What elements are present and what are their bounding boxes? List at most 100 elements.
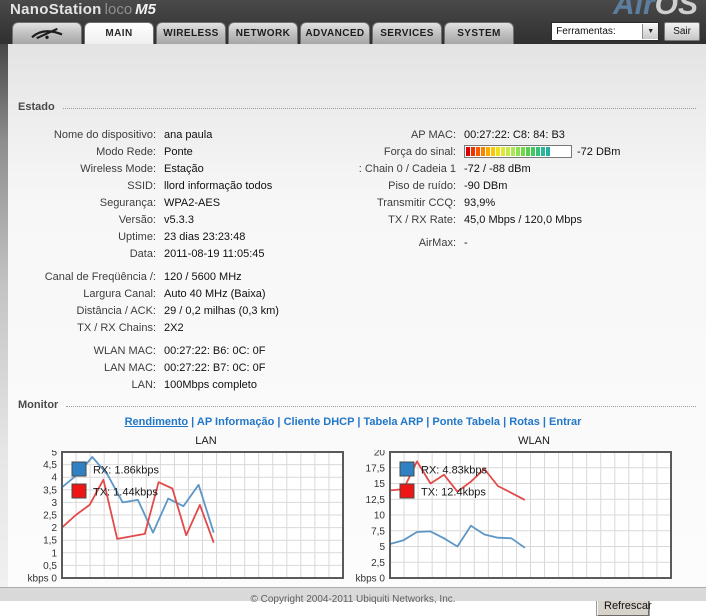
status-label: Nome do dispositivo: [53, 128, 156, 141]
status-value: -72 / -88 dBm [464, 162, 531, 175]
status-value: 2011-08-19 11:05:45 [164, 247, 265, 260]
y-axis-tick-label: 2,5 [371, 558, 385, 569]
tab-network[interactable]: NETWORK [228, 22, 298, 44]
monitor-link-rotas[interactable]: Rotas [509, 416, 540, 428]
lan-chart-title: LAN [195, 435, 217, 447]
y-axis-tick-label: 1,5 [43, 536, 57, 547]
y-axis-tick-label: 15 [374, 479, 386, 490]
signal-bar-cell [501, 147, 505, 156]
status-value: -72 DBm [464, 145, 620, 158]
footer: © Copyright 2004-2011 Ubiquiti Networks,… [0, 587, 706, 605]
airos-logo-os: OS [654, 0, 698, 21]
logout-button[interactable]: Sair [664, 22, 700, 41]
status-row: WLAN MAC: 00:27:22: B6: 0C: 0F [14, 342, 344, 359]
y-axis-tick-label: 10 [374, 511, 386, 522]
status-value: v5.3.3 [164, 213, 194, 226]
status-label: AP MAC: [410, 128, 456, 141]
link-separator: | [274, 416, 284, 428]
ubiquiti-antenna-icon [31, 27, 63, 40]
status-label: SSID: [127, 179, 156, 192]
status-row: Piso de ruído: -90 DBm [336, 177, 700, 194]
signal-bar-cell [516, 147, 520, 156]
monitor-link-tabela-arp[interactable]: Tabela ARP [363, 416, 423, 428]
rx-legend-swatch [399, 461, 415, 477]
signal-bar-cell [476, 147, 480, 156]
status-label: Transmitir CCQ: [376, 196, 456, 209]
status-label: AirMax: [418, 236, 456, 249]
monitor-link-ap-informação[interactable]: AP Informação [197, 416, 274, 428]
status-row: Canal de Freqüência /: 120 / 5600 MHz [14, 268, 344, 285]
status-value: 120 / 5600 MHz [164, 270, 242, 283]
signal-bar-cell-empty [561, 147, 565, 156]
y-axis-tick-label: 20 [374, 450, 386, 459]
y-axis-tick-label: 12,5 [366, 495, 386, 506]
brand-model: M5 [135, 1, 157, 18]
y-axis-origin-label: kbps 0 [28, 574, 57, 585]
tools-dropdown-value: Ferramentas: [556, 26, 616, 37]
status-row: SSID: llord informação todos [14, 177, 344, 194]
monitor-links: Rendimento | AP Informação | Cliente DHC… [0, 416, 706, 428]
monitor-link-ponte-tabela[interactable]: Ponte Tabela [432, 416, 500, 428]
airos-logo-air: Air [612, 0, 655, 21]
signal-bar-cell [506, 147, 510, 156]
status-row: Transmitir CCQ: 93,9% [336, 194, 700, 211]
status-label: Data: [129, 247, 156, 260]
y-axis-tick-label: 3,5 [43, 485, 57, 496]
tab-system[interactable]: SYSTEM [444, 22, 514, 44]
signal-bar-cell [541, 147, 545, 156]
status-label: : Chain 0 / Cadeia 1 [358, 162, 456, 175]
tab-logo[interactable] [12, 22, 82, 44]
signal-bar-cell-empty [551, 147, 555, 156]
rx-legend-label: RX: 4.83kbps [421, 465, 488, 477]
status-value: 93,9% [464, 196, 496, 209]
y-axis-tick-label: 1 [51, 548, 57, 559]
signal-bar-cell [531, 147, 535, 156]
y-axis-tick-label: 5 [379, 542, 385, 553]
tx-legend-label: TX: 1.44kbps [93, 487, 158, 499]
monitor-link-rendimento[interactable]: Rendimento [125, 416, 189, 428]
y-axis-origin-label: kbps 0 [356, 574, 385, 585]
tools-dropdown[interactable]: Ferramentas: ▼ [551, 22, 660, 41]
status-label: Wireless Mode: [80, 162, 156, 175]
signal-bar-cell [521, 147, 525, 156]
monitor-link-entrar[interactable]: Entrar [549, 416, 581, 428]
tx-legend-swatch [71, 483, 87, 499]
tab-main[interactable]: MAIN [84, 22, 154, 44]
tx-legend-label: TX: 12.4kbps [421, 487, 486, 499]
status-value: -90 DBm [464, 179, 508, 192]
signal-bar-cell-empty [556, 147, 560, 156]
status-label: Piso de ruído: [388, 179, 456, 192]
signal-bar-cell [496, 147, 500, 156]
monitor-section-title: Monitor [18, 398, 59, 411]
dropdown-arrow-icon[interactable]: ▼ [642, 24, 659, 39]
status-value: ana paula [164, 128, 213, 141]
status-label: Modo Rede: [96, 145, 156, 158]
y-axis-tick-label: 4 [51, 473, 57, 484]
status-row: Versão: v5.3.3 [14, 211, 344, 228]
tab-advanced[interactable]: ADVANCED [300, 22, 370, 44]
status-label: Força do sinal: [383, 145, 456, 158]
status-label: Distância / ACK: [76, 304, 156, 317]
status-row: AP MAC: 00:27:22: C8: 84: B3 [336, 126, 700, 143]
status-row: Wireless Mode: Estação [14, 160, 344, 177]
status-value: 2X2 [164, 321, 184, 334]
tab-wireless[interactable]: WIRELESS [156, 22, 226, 44]
section-divider [62, 108, 696, 109]
status-column-left: Nome do dispositivo: ana paula Modo Rede: P… [14, 126, 344, 393]
y-axis-tick-label: 0,5 [43, 561, 57, 572]
status-row: TX / RX Chains: 2X2 [14, 319, 344, 336]
link-separator: | [500, 416, 510, 428]
y-axis-tick-label: 2,5 [43, 511, 57, 522]
status-value: 45,0 Mbps / 120,0 Mbps [464, 213, 583, 226]
tab-services[interactable]: SERVICES [372, 22, 442, 44]
wlan-chart: WLAN 2,5 5 7,5 10 12,5 15 17,5 20 kbps 0 RX: 4.83… [356, 435, 678, 588]
status-value: Ponte [164, 145, 193, 158]
signal-bar-cell [546, 147, 550, 156]
signal-bar-cell [471, 147, 475, 156]
y-axis-tick-label: 17,5 [366, 463, 386, 474]
monitor-link-cliente-dhcp[interactable]: Cliente DHCP [284, 416, 355, 428]
status-column-right: AP MAC: 00:27:22: C8: 84: B3 Força do sina… [336, 126, 700, 251]
airos-logo: AirOS [613, 0, 698, 22]
section-divider [66, 406, 696, 407]
status-row: Largura Canal: Auto 40 MHz (Baixa) [14, 285, 344, 302]
